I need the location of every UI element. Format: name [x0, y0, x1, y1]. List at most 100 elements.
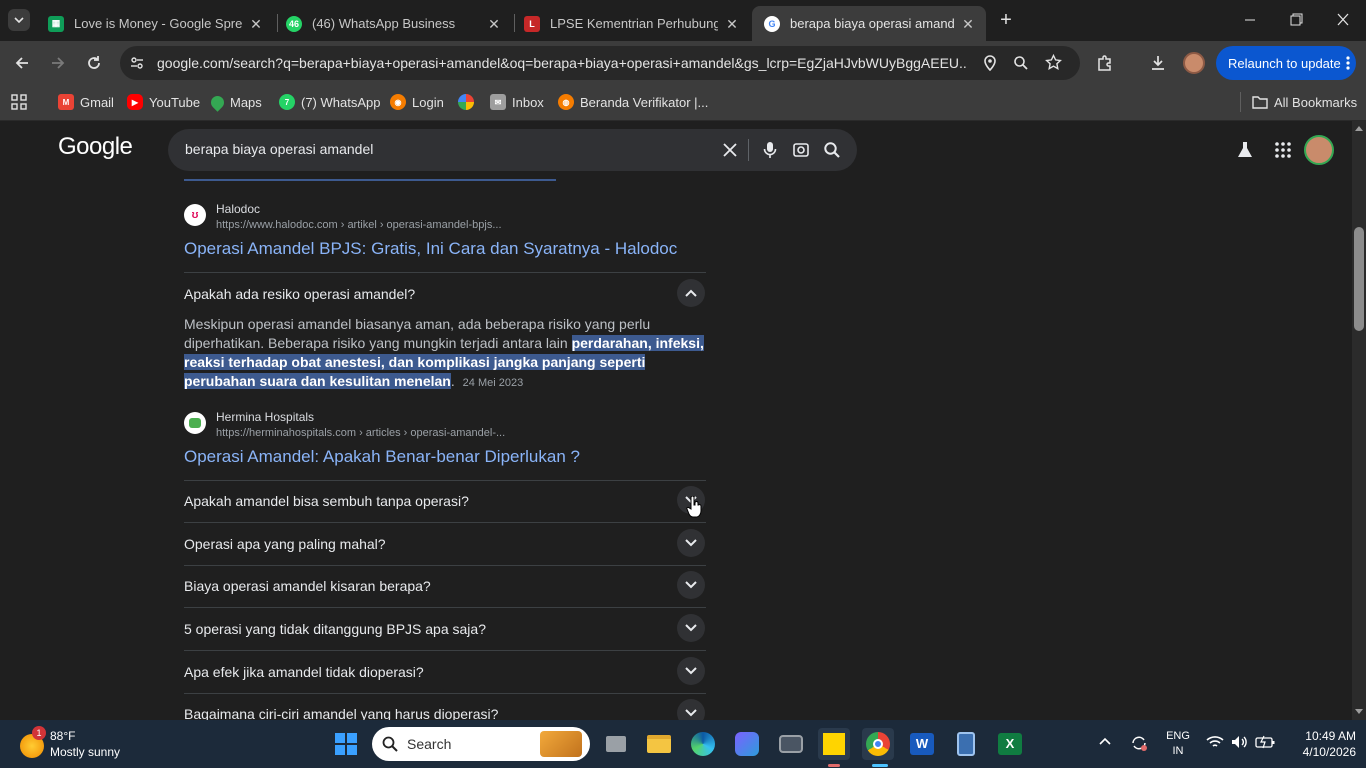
tab-lpse[interactable]: L LPSE Kementrian Perhubungan ✕ [512, 6, 750, 41]
copilot-button[interactable] [731, 728, 763, 760]
chevron-down-icon [685, 667, 697, 675]
forward-button[interactable] [46, 51, 70, 75]
halodoc-favicon: ʊ [184, 204, 206, 226]
clear-search-button[interactable] [723, 143, 737, 157]
new-tab-button[interactable]: + [996, 10, 1016, 30]
site-info-icon[interactable] [129, 55, 145, 71]
camera-icon [779, 735, 803, 753]
reload-button[interactable] [82, 51, 106, 75]
paa-question[interactable]: Apa efek jika amandel tidak dioperasi? [184, 664, 706, 680]
google-logo[interactable]: Google [58, 133, 133, 161]
bookmark-youtube[interactable]: ▶ YouTube [127, 92, 200, 112]
bookmark-gmail[interactable]: M Gmail [58, 92, 114, 112]
paa-question[interactable]: Biaya operasi amandel kisaran berapa? [184, 578, 706, 594]
sticky-notes-button[interactable] [818, 728, 850, 760]
image-search-button[interactable] [792, 141, 810, 159]
all-bookmarks-button[interactable]: All Bookmarks [1252, 92, 1357, 112]
clock[interactable]: 10:49 AM 4/10/2026 [1286, 728, 1356, 760]
paa-question[interactable]: 5 operasi yang tidak ditanggung BPJS apa… [184, 621, 706, 637]
task-view-button[interactable] [600, 728, 632, 760]
paa-question[interactable]: Operasi apa yang paling mahal? [184, 536, 706, 552]
expand-button[interactable] [677, 614, 705, 642]
search-highlight-image [540, 731, 582, 757]
restore-button[interactable] [1286, 12, 1306, 28]
taskbar-search[interactable]: Search [372, 727, 590, 761]
voice-search-button[interactable] [763, 141, 777, 159]
wifi-icon[interactable] [1206, 735, 1224, 749]
battery-icon[interactable] [1255, 735, 1275, 749]
tab-search-button[interactable] [8, 9, 30, 31]
chrome-button[interactable] [862, 728, 894, 760]
chevron-down-icon [685, 709, 697, 717]
close-icon[interactable]: ✕ [724, 16, 740, 32]
whatsapp-icon: 46 [286, 15, 302, 32]
camera-button[interactable] [775, 728, 807, 760]
tab-spreadsheet[interactable]: ▦ Love is Money - Google Spread ✕ [36, 6, 274, 41]
extensions-button[interactable] [1093, 51, 1117, 75]
close-icon[interactable]: ✕ [486, 16, 502, 32]
expand-button[interactable] [677, 571, 705, 599]
result-url[interactable]: https://www.halodoc.com › artikel › oper… [216, 219, 706, 231]
tab-whatsapp[interactable]: 46 (46) WhatsApp Business ✕ [274, 6, 512, 41]
location-icon[interactable] [982, 55, 998, 71]
login-icon: ◉ [390, 94, 406, 110]
expand-button[interactable] [677, 529, 705, 557]
bookmark-inbox[interactable]: ✉ Inbox [490, 92, 544, 112]
paa-question[interactable]: Apakah amandel bisa sembuh tanpa operasi… [184, 493, 706, 509]
close-icon [1337, 13, 1349, 26]
file-explorer-button[interactable] [643, 728, 675, 760]
account-avatar[interactable] [1304, 135, 1334, 165]
bookmark-maps[interactable]: Maps [208, 92, 262, 112]
bookmark-pinwheel[interactable] [458, 92, 480, 112]
start-button[interactable] [330, 728, 362, 760]
result-site-name: Hermina Hospitals [216, 410, 315, 424]
show-hidden-icons-button[interactable] [1099, 737, 1111, 745]
bookmark-star-icon[interactable] [1045, 54, 1062, 71]
scroll-down-arrow[interactable] [1355, 709, 1363, 715]
result-title-link[interactable]: Operasi Amandel BPJS: Gratis, Ini Cara d… [184, 239, 677, 259]
sync-icon[interactable] [1130, 734, 1148, 752]
edge-icon [691, 732, 715, 756]
language-indicator[interactable]: ENG IN [1163, 729, 1193, 759]
apps-button[interactable] [11, 92, 27, 112]
weather-widget[interactable]: 1 88°F Mostly sunny [18, 726, 138, 762]
paa-question[interactable]: Bagaimana ciri-ciri amandel yang harus d… [184, 706, 706, 720]
relaunch-button[interactable]: Relaunch to update [1216, 46, 1356, 80]
search-box[interactable]: berapa biaya operasi amandel [168, 129, 857, 171]
collapse-button[interactable] [677, 279, 705, 307]
bookmarks-bar: M Gmail ▶ YouTube Maps 7 (7) WhatsApp ◉ … [0, 84, 1366, 121]
excel-button[interactable]: X [994, 728, 1026, 760]
close-icon[interactable]: ✕ [960, 16, 976, 32]
search-input[interactable]: berapa biaya operasi amandel [185, 141, 373, 157]
profile-button[interactable] [1182, 51, 1206, 75]
minimize-button[interactable] [1240, 12, 1260, 28]
search-submit-button[interactable] [823, 141, 841, 159]
zoom-icon[interactable] [1013, 55, 1029, 71]
tab-google-search[interactable]: G berapa biaya operasi amandel - ✕ [752, 6, 986, 41]
close-window-button[interactable] [1333, 12, 1353, 28]
close-icon[interactable]: ✕ [248, 16, 264, 32]
menu-button[interactable] [1336, 51, 1360, 75]
calculator-button[interactable] [950, 728, 982, 760]
scroll-up-arrow[interactable] [1355, 125, 1363, 131]
expand-button[interactable] [677, 699, 705, 720]
volume-icon[interactable] [1231, 735, 1249, 749]
scrollbar-thumb[interactable] [1354, 227, 1364, 331]
paa-question-expanded[interactable]: Apakah ada resiko operasi amandel? [184, 286, 706, 302]
labs-button[interactable] [1236, 141, 1254, 159]
expand-button[interactable] [677, 657, 705, 685]
result-title-link[interactable]: Operasi Amandel: Apakah Benar-benar Dipe… [184, 447, 580, 467]
page-scrollbar[interactable] [1352, 121, 1366, 720]
google-apps-button[interactable] [1275, 142, 1291, 158]
bookmark-login[interactable]: ◉ Login [390, 92, 444, 112]
bookmark-whatsapp[interactable]: 7 (7) WhatsApp [279, 92, 380, 112]
back-button[interactable] [10, 51, 34, 75]
downloads-button[interactable] [1146, 51, 1170, 75]
edge-button[interactable] [687, 728, 719, 760]
result-url[interactable]: https://herminahospitals.com › articles … [216, 427, 706, 439]
address-bar[interactable]: google.com/search?q=berapa+biaya+operasi… [120, 46, 1080, 80]
url-text[interactable]: google.com/search?q=berapa+biaya+operasi… [157, 55, 967, 71]
word-button[interactable]: W [906, 728, 938, 760]
bookmark-beranda[interactable]: ◍ Beranda Verifikator |... [558, 92, 708, 112]
windows-taskbar: 1 88°F Mostly sunny Search W X ENG IN 10… [0, 720, 1366, 768]
